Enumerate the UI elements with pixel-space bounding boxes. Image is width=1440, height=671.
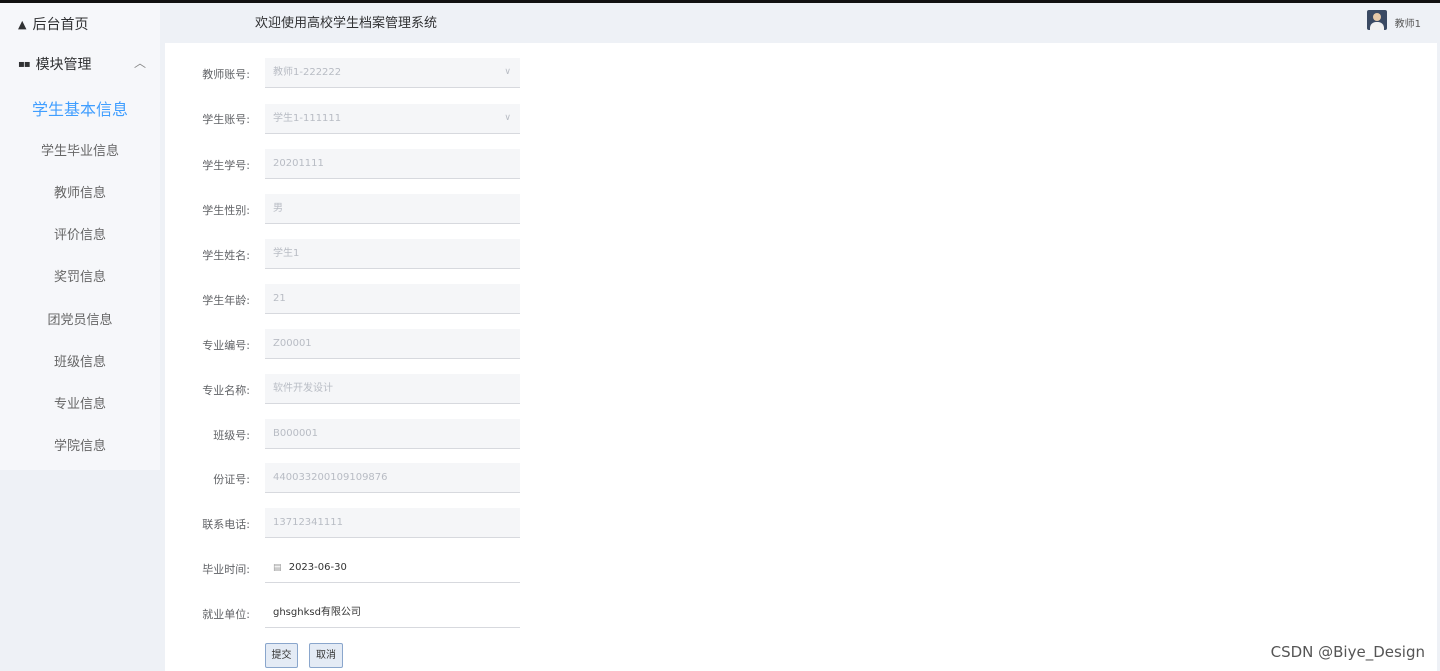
grid-icon: ▪▪ bbox=[18, 58, 31, 70]
nav-home-label: 后台首页 bbox=[32, 17, 89, 33]
student-account-select[interactable]: 学生1-111111 ∨ bbox=[265, 104, 520, 134]
sidebar-item-teacher-info[interactable]: 教师信息 bbox=[0, 182, 160, 201]
header: 欢迎使用高校学生档案管理系统 教师1 bbox=[160, 3, 1440, 39]
content-top-border bbox=[160, 39, 1440, 43]
sidebar-item-student-graduation-info[interactable]: 学生毕业信息 bbox=[0, 140, 160, 159]
sidebar: ▲ 后台首页 ▪▪ 模块管理 ︿ 学生基本信息 学生毕业信息 教师信息 评价信息… bbox=[0, 3, 160, 671]
watermark: CSDN @Biye_Design bbox=[1270, 643, 1425, 661]
student-age-label: 学生年龄: bbox=[202, 294, 250, 307]
employer-input[interactable]: ghsghksd有限公司 bbox=[265, 598, 520, 628]
employer-label: 就业单位: bbox=[202, 608, 250, 621]
class-number-label: 班级号: bbox=[213, 429, 250, 442]
welcome-title: 欢迎使用高校学生档案管理系统 bbox=[255, 16, 438, 31]
graduation-date-label: 毕业时间: bbox=[202, 563, 250, 576]
major-name-label: 专业名称: bbox=[202, 384, 250, 397]
sidebar-menu: ▲ 后台首页 ▪▪ 模块管理 ︿ 学生基本信息 学生毕业信息 教师信息 评价信息… bbox=[0, 3, 160, 470]
nav-module-management[interactable]: ▪▪ 模块管理 ︿ bbox=[18, 54, 148, 74]
student-account-label: 学生账号: bbox=[202, 113, 250, 126]
student-gender-input[interactable]: 男 bbox=[265, 194, 520, 224]
graduation-date-picker[interactable]: ▤ 2023-06-30 bbox=[265, 553, 520, 583]
sidebar-item-reward-punishment-info[interactable]: 奖罚信息 bbox=[0, 266, 160, 285]
teacher-account-select[interactable]: 教师1-222222 ∨ bbox=[265, 58, 520, 88]
home-icon: ▲ bbox=[18, 17, 27, 31]
major-code-input[interactable]: Z00001 bbox=[265, 329, 520, 359]
chevron-down-icon: ∨ bbox=[504, 67, 511, 77]
teacher-account-label: 教师账号: bbox=[202, 68, 250, 81]
student-account-value: 学生1-111111 bbox=[273, 113, 342, 124]
calendar-icon: ▤ bbox=[273, 563, 282, 573]
submit-button[interactable]: 提交 bbox=[265, 643, 298, 668]
student-id-label: 学生学号: bbox=[202, 159, 250, 172]
content-left-border bbox=[160, 39, 165, 671]
id-card-input[interactable]: 440033200109109876 bbox=[265, 463, 520, 493]
id-card-label: 份证号: bbox=[213, 473, 250, 486]
sidebar-item-class-info[interactable]: 班级信息 bbox=[0, 351, 160, 370]
sidebar-item-major-info[interactable]: 专业信息 bbox=[0, 393, 160, 412]
avatar[interactable] bbox=[1367, 10, 1387, 30]
sidebar-item-party-member-info[interactable]: 团党员信息 bbox=[0, 309, 160, 328]
sidebar-item-evaluation-info[interactable]: 评价信息 bbox=[0, 224, 160, 243]
sidebar-item-college-info[interactable]: 学院信息 bbox=[0, 435, 160, 454]
nav-home[interactable]: ▲ 后台首页 bbox=[18, 14, 88, 34]
chevron-up-icon[interactable]: ︿ bbox=[134, 54, 146, 71]
nav-group-label: 模块管理 bbox=[35, 57, 92, 73]
teacher-account-value: 教师1-222222 bbox=[273, 67, 342, 78]
student-age-input[interactable]: 21 bbox=[265, 284, 520, 314]
graduation-date-value: 2023-06-30 bbox=[288, 562, 347, 573]
major-name-input[interactable]: 软件开发设计 bbox=[265, 374, 520, 404]
class-number-input[interactable]: B000001 bbox=[265, 419, 520, 449]
major-code-label: 专业编号: bbox=[202, 339, 250, 352]
student-gender-label: 学生性别: bbox=[202, 204, 250, 217]
phone-label: 联系电话: bbox=[202, 518, 250, 531]
sidebar-item-student-basic-info[interactable]: 学生基本信息 bbox=[0, 96, 160, 120]
student-name-input[interactable]: 学生1 bbox=[265, 239, 520, 269]
student-name-label: 学生姓名: bbox=[202, 249, 250, 262]
phone-input[interactable]: 13712341111 bbox=[265, 508, 520, 538]
student-id-input[interactable]: 20201111 bbox=[265, 149, 520, 179]
cancel-button[interactable]: 取消 bbox=[309, 643, 343, 668]
chevron-down-icon: ∨ bbox=[504, 113, 511, 123]
username[interactable]: 教师1 bbox=[1395, 15, 1421, 30]
